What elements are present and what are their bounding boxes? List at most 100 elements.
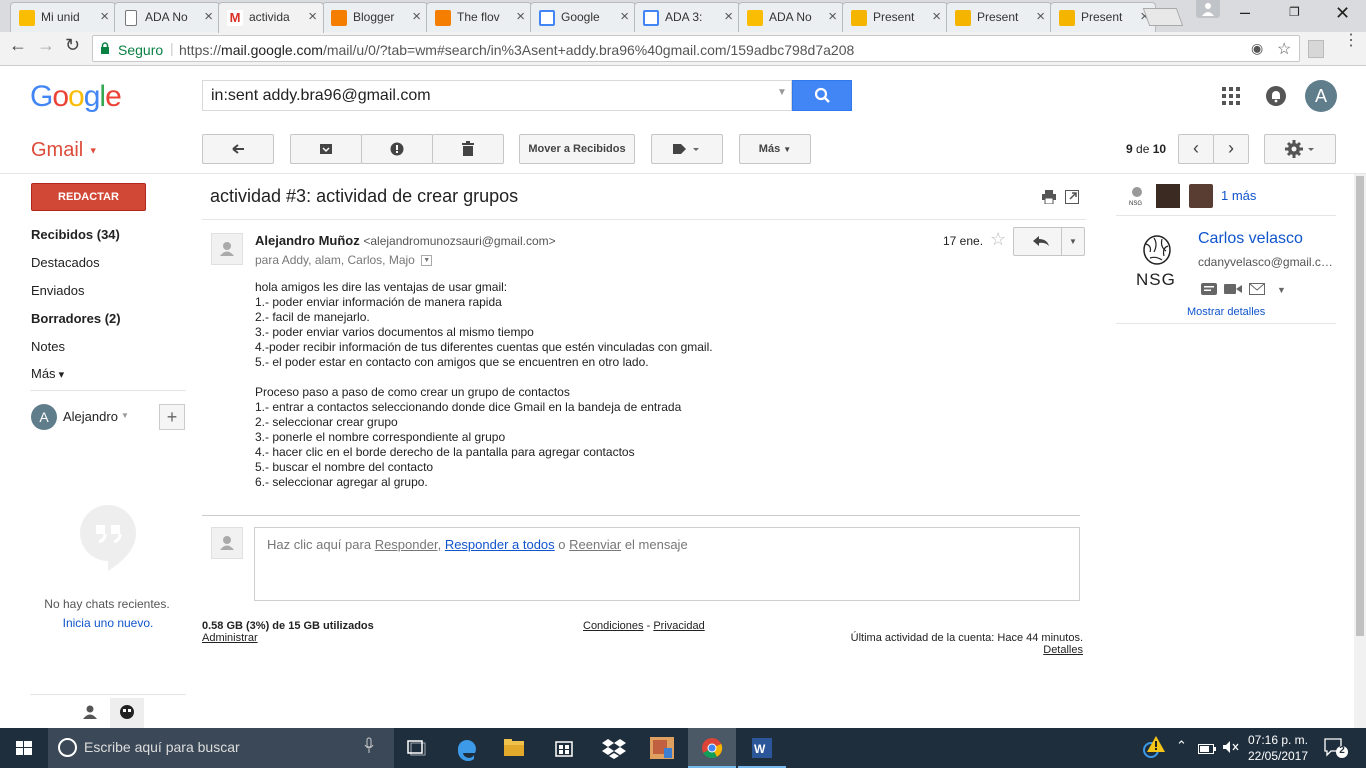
forward-link[interactable]: Reenviar: [569, 537, 621, 552]
system-tray-warning-icon[interactable]: [1141, 734, 1171, 762]
start-chat-link[interactable]: Inicia uno nuevo.: [0, 616, 216, 630]
volume-muted-icon[interactable]: [1222, 740, 1240, 754]
reply-link[interactable]: Responder,: [375, 537, 442, 552]
tab-close-icon[interactable]: ×: [724, 8, 733, 25]
hangouts-tab-icon[interactable]: [110, 698, 144, 728]
labels-button[interactable]: [651, 134, 723, 164]
task-view-icon[interactable]: [392, 728, 440, 768]
contact-chat-icon[interactable]: [1201, 283, 1217, 295]
view-site-icon[interactable]: ◉: [1251, 40, 1263, 57]
tab-close-icon[interactable]: ×: [100, 8, 109, 25]
edge-icon[interactable]: [442, 728, 490, 768]
tab-close-icon[interactable]: ×: [204, 8, 213, 25]
older-button[interactable]: ›: [1213, 134, 1249, 164]
activity-details-link[interactable]: Detalles: [1043, 644, 1083, 656]
scrollbar-thumb[interactable]: [1356, 176, 1364, 636]
contact-video-icon[interactable]: [1224, 283, 1242, 295]
url-input[interactable]: Seguro | https://mail.google.com/mail/u/…: [92, 35, 1300, 62]
minimize-button[interactable]: –: [1240, 2, 1250, 23]
settings-button[interactable]: [1264, 134, 1336, 164]
contact-mail-icon[interactable]: [1249, 283, 1265, 295]
browser-tab[interactable]: ADA No ×: [114, 2, 220, 32]
reply-all-link[interactable]: Responder a todos: [445, 537, 555, 552]
hangouts-user[interactable]: A Alejandro ▼: [31, 404, 151, 430]
microphone-icon[interactable]: [364, 737, 374, 755]
open-new-window-icon[interactable]: [1065, 190, 1079, 204]
reply-button[interactable]: [1013, 227, 1062, 256]
back-icon[interactable]: ←: [9, 35, 27, 56]
tab-close-icon[interactable]: ×: [932, 8, 941, 25]
start-button[interactable]: [0, 728, 48, 768]
sidebar-item[interactable]: Borradores (2): [31, 311, 121, 326]
dropbox-icon[interactable]: [590, 728, 638, 768]
show-details-link[interactable]: Mostrar detalles: [1187, 306, 1265, 318]
search-box[interactable]: ▼: [202, 80, 792, 111]
sender-avatar[interactable]: [211, 233, 243, 265]
browser-tab[interactable]: ADA No ×: [738, 2, 844, 32]
participant-avatar-2[interactable]: [1156, 184, 1180, 208]
newer-button[interactable]: ‹: [1178, 134, 1214, 164]
compose-button[interactable]: REDACTAR: [31, 183, 146, 211]
browser-tab[interactable]: Present ×: [1050, 2, 1156, 32]
tray-overflow-icon[interactable]: ⌃: [1176, 738, 1187, 754]
report-spam-button[interactable]: [361, 134, 433, 164]
message-more-button[interactable]: ▼: [1061, 227, 1085, 256]
manage-storage-link[interactable]: Administrar: [202, 632, 258, 644]
back-to-search-button[interactable]: [202, 134, 274, 164]
browser-tab[interactable]: ADA 3: ×: [634, 2, 740, 32]
tab-close-icon[interactable]: ×: [412, 8, 421, 25]
reply-box[interactable]: Haz clic aquí para Responder, Responder …: [254, 527, 1080, 601]
action-center-icon[interactable]: 2: [1322, 736, 1350, 760]
battery-icon[interactable]: [1198, 742, 1216, 754]
google-logo[interactable]: Google: [30, 80, 122, 114]
recipients-details-icon[interactable]: ▼: [421, 255, 433, 267]
taskbar-search[interactable]: Escribe aquí para buscar: [48, 728, 394, 768]
tab-close-icon[interactable]: ×: [516, 8, 525, 25]
chrome-icon[interactable]: [688, 728, 736, 768]
bookmark-star-icon[interactable]: ☆: [1277, 39, 1291, 59]
new-hangout-button[interactable]: +: [159, 404, 185, 430]
more-actions-button[interactable]: Más ▼: [739, 134, 811, 164]
contacts-tab-icon[interactable]: [80, 702, 100, 722]
tab-close-icon[interactable]: ×: [1036, 8, 1045, 25]
browser-tab[interactable]: Google ×: [530, 2, 636, 32]
gmail-menu[interactable]: Gmail ▼: [31, 139, 98, 162]
browser-tab[interactable]: Present ×: [946, 2, 1052, 32]
sidebar-item[interactable]: Destacados: [31, 255, 100, 270]
sidebar-item[interactable]: Notes: [31, 339, 65, 354]
terms-link[interactable]: Condiciones: [583, 620, 644, 632]
browser-tab[interactable]: Mactivida ×: [218, 2, 324, 33]
sidebar-item[interactable]: Más ▾: [31, 366, 64, 381]
tab-close-icon[interactable]: ×: [828, 8, 837, 25]
store-icon[interactable]: [540, 728, 588, 768]
search-input[interactable]: [203, 81, 763, 110]
file-explorer-icon[interactable]: [490, 728, 538, 768]
star-icon[interactable]: ☆: [990, 229, 1006, 250]
browser-tab[interactable]: The flov ×: [426, 2, 532, 32]
tab-close-icon[interactable]: ×: [308, 8, 317, 25]
archive-button[interactable]: [290, 134, 362, 164]
more-participants-link[interactable]: 1 más: [1221, 188, 1256, 203]
contact-more-icon[interactable]: ▼: [1277, 285, 1286, 295]
search-button[interactable]: [792, 80, 852, 111]
search-dropdown-icon[interactable]: ▼: [777, 87, 787, 98]
pdf-extension-icon[interactable]: [1308, 40, 1324, 58]
delete-button[interactable]: [432, 134, 504, 164]
apps-grid-icon[interactable]: [1222, 87, 1240, 105]
sidebar-item[interactable]: Enviados: [31, 283, 84, 298]
restore-button[interactable]: ❐: [1289, 5, 1300, 19]
browser-tab[interactable]: Blogger ×: [322, 2, 428, 32]
reload-icon[interactable]: ↻: [65, 35, 80, 56]
privacy-link[interactable]: Privacidad: [653, 620, 704, 632]
new-tab-button[interactable]: [1142, 8, 1184, 26]
browser-tab[interactable]: Mi unid ×: [10, 2, 116, 32]
participant-avatar-3[interactable]: [1189, 184, 1213, 208]
chrome-menu-icon[interactable]: ⋮: [1343, 33, 1359, 49]
participant-avatar-nsg[interactable]: NSG: [1126, 184, 1148, 207]
move-to-inbox-button[interactable]: Mover a Recibidos: [519, 134, 635, 164]
word-icon[interactable]: W: [738, 728, 786, 768]
sidebar-item[interactable]: Recibidos (34): [31, 227, 120, 242]
sender-name[interactable]: Alejandro Muñoz: [255, 233, 360, 248]
tab-close-icon[interactable]: ×: [620, 8, 629, 25]
forward-icon[interactable]: →: [37, 35, 55, 56]
